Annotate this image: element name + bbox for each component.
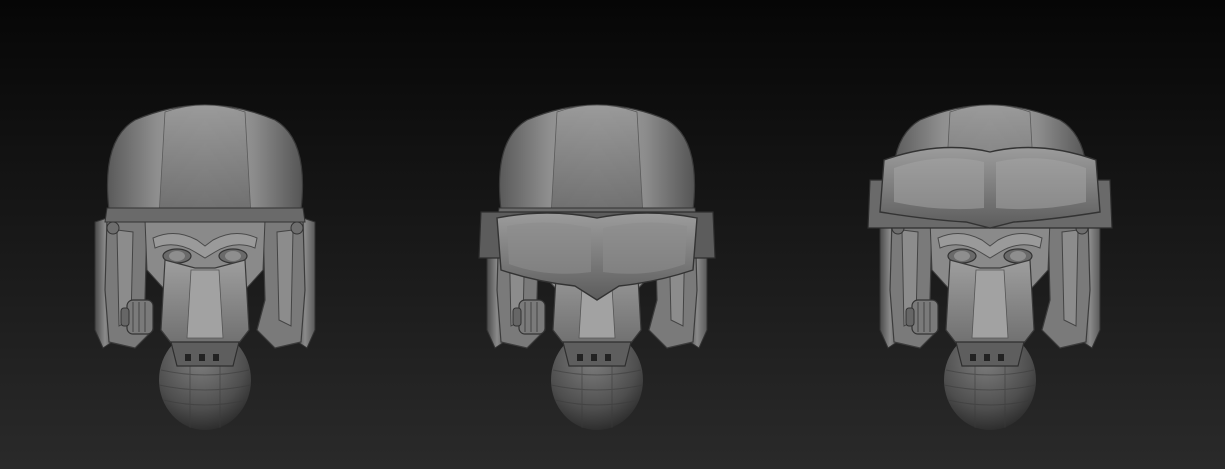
head-model-2 — [478, 104, 716, 431]
3d-viewport[interactable] — [0, 0, 1225, 469]
head-model-3 — [867, 104, 1113, 431]
head-model-1 — [94, 104, 316, 431]
sculpt-render — [94, 104, 1113, 431]
